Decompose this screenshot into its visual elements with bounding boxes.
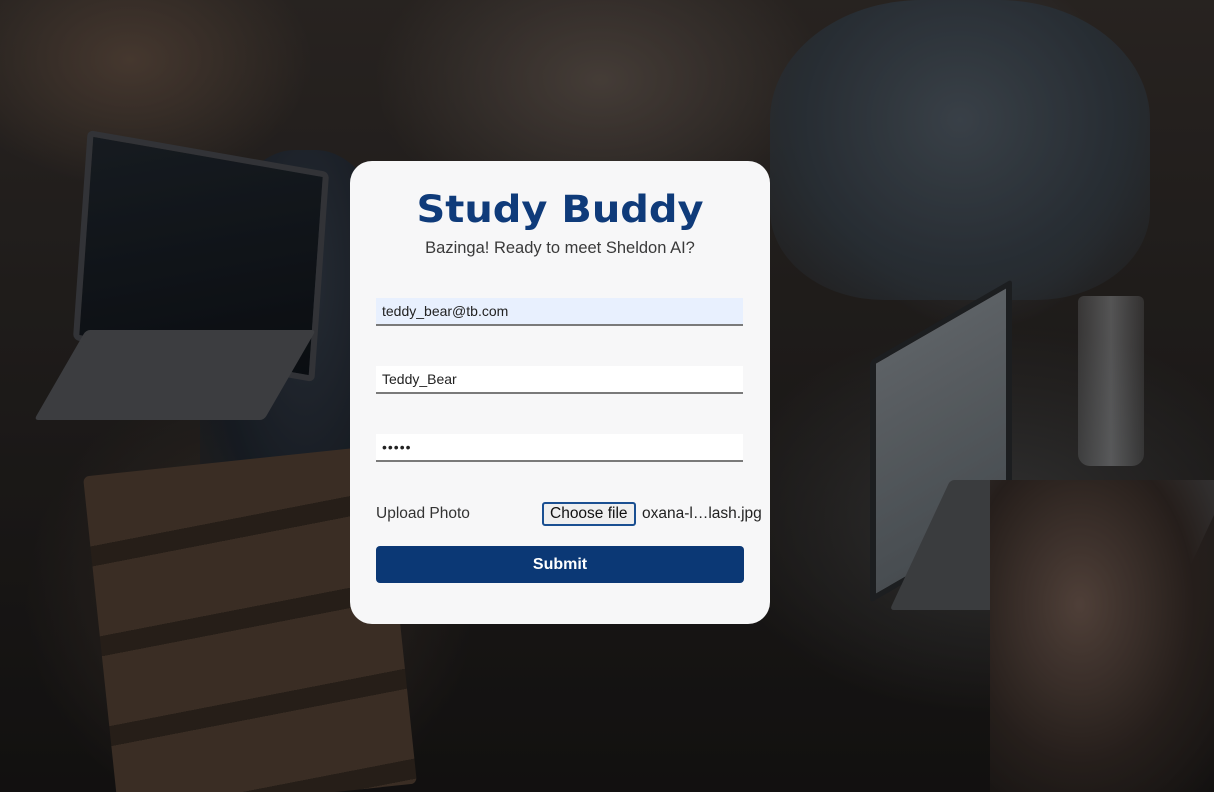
- app-title: Study Buddy: [416, 188, 704, 231]
- email-field[interactable]: [376, 298, 743, 326]
- signup-card: Study Buddy Bazinga! Ready to meet Sheld…: [350, 161, 770, 624]
- selected-file-name: oxana-l…lash.jpg: [642, 505, 762, 522]
- submit-button[interactable]: Submit: [376, 546, 744, 583]
- upload-photo-label: Upload Photo: [376, 505, 470, 522]
- password-field[interactable]: [376, 434, 743, 462]
- choose-file-button[interactable]: Choose file: [542, 502, 636, 526]
- username-field[interactable]: [376, 366, 743, 394]
- app-subtitle: Bazinga! Ready to meet Sheldon AI?: [425, 239, 695, 257]
